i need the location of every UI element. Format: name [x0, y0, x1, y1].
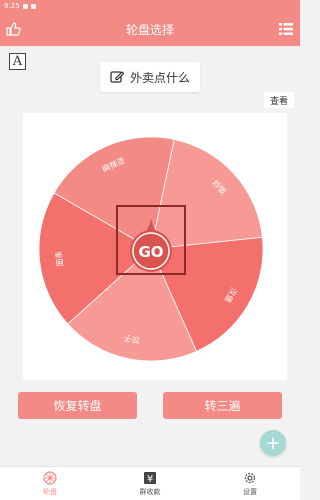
yen-icon: ¥	[144, 471, 156, 485]
spin-three-label: 转三遍	[204, 399, 241, 413]
wheel-title: 外卖点什么	[129, 70, 190, 85]
nav-item-group-payment[interactable]: ¥ 群收款	[100, 467, 200, 500]
gear-icon	[244, 472, 256, 483]
font-size-toggle[interactable]: A	[9, 53, 26, 70]
status-time: 9:25	[4, 2, 20, 10]
notification-icon	[22, 3, 28, 9]
thumbs-up-icon[interactable]	[5, 21, 21, 37]
bottom-nav: 轮盘 ¥ 群收款 设置	[0, 466, 300, 500]
nav-item-settings[interactable]: 设置	[200, 467, 300, 500]
wheel-icon	[43, 470, 57, 485]
view-button[interactable]: 查看	[264, 92, 294, 108]
go-label: GO	[138, 243, 163, 261]
plus-icon: +	[265, 432, 281, 454]
view-label: 查看	[269, 96, 288, 107]
add-fab-button[interactable]: +	[260, 430, 286, 456]
wheel-segment-label: 面条	[53, 250, 65, 267]
wheel[interactable]: 麻辣烫炒饭汉堡饺子面条 GO	[23, 113, 287, 380]
status-bar: 9:25	[0, 0, 300, 12]
nav-label-wheel: 轮盘	[43, 487, 57, 496]
wheel-panel: 麻辣烫 炒饭 汉堡 饺子 面条 GO	[23, 113, 287, 380]
restore-wheel-button[interactable]: 恢复转盘	[18, 392, 137, 419]
notification-icon-2	[30, 3, 36, 9]
restore-label: 恢复转盘	[53, 399, 102, 413]
nav-label-settings: 设置	[243, 487, 257, 496]
spin-three-times-button[interactable]: 转三遍	[163, 392, 282, 419]
list-icon[interactable]	[279, 22, 293, 36]
app-bar: 轮盘选择	[0, 12, 300, 46]
page-title: 轮盘选择	[125, 22, 174, 37]
font-toggle-label: A	[12, 54, 23, 69]
edit-icon	[110, 71, 124, 83]
svg-text:¥: ¥	[147, 474, 153, 485]
nav-label-group-payment: 群收款	[139, 487, 161, 496]
wheel-title-chip[interactable]: 外卖点什么	[100, 62, 200, 92]
nav-item-wheel[interactable]: 轮盘	[0, 467, 100, 500]
